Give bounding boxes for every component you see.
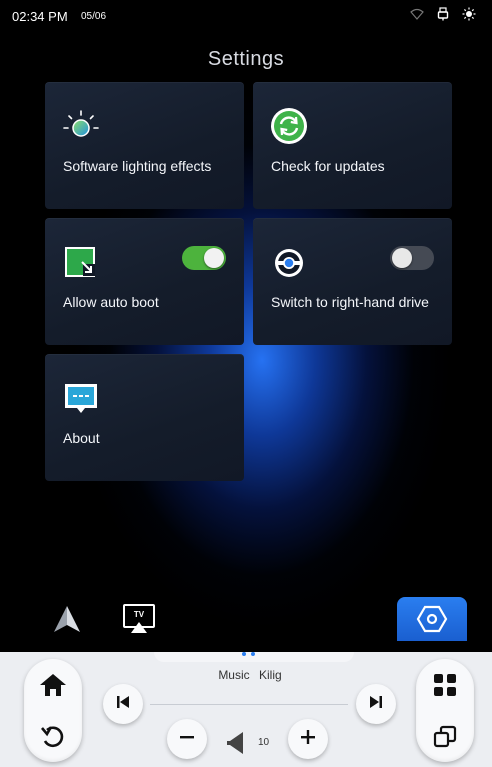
wifi-icon [410,7,424,21]
tile-label: About [63,430,100,446]
speaker-icon [226,731,244,760]
tile-label: Software lighting effects [63,158,212,174]
back-icon[interactable] [24,711,82,762]
android-auto-icon[interactable] [48,600,86,638]
previous-track-button[interactable] [103,684,143,724]
volume-up-button[interactable] [288,719,328,759]
settings-hexagon-icon[interactable] [397,597,467,641]
home-icon[interactable] [24,659,82,710]
skip-previous-icon [116,695,130,714]
tile-label: Check for updates [271,158,385,174]
steering-wheel-icon [269,242,309,282]
volume-level: 10 [258,737,270,748]
page-indicator [242,652,255,656]
track-divider [150,704,348,705]
tile-software-lighting-effects[interactable]: Software lighting effects [45,82,244,209]
volume-down-button[interactable] [167,719,207,759]
toggle-knob [204,248,224,268]
split-window-icon[interactable] [416,711,474,762]
app-grid-icon[interactable] [416,659,474,710]
track-title: Kilig [259,668,282,682]
now-playing: Music Kilig [150,668,350,682]
apps-window-pill [416,659,474,762]
about-message-icon [61,378,101,418]
lighting-effects-icon [61,106,101,146]
home-back-pill [24,659,82,762]
auto-boot-toggle[interactable] [182,246,226,270]
tile-check-for-updates[interactable]: Check for updates [253,82,452,209]
right-hand-drive-toggle[interactable] [390,246,434,270]
tile-label: Switch to right-hand drive [271,294,429,310]
status-time: 02:34 PM [12,9,68,24]
tile-about[interactable]: About [45,354,244,481]
skip-next-icon [369,695,383,714]
music-source: Music [218,668,250,682]
tile-label: Allow auto boot [63,294,159,310]
status-icons [410,7,476,21]
tv-cast-icon[interactable]: TV [120,600,158,638]
status-bar: 02:34 PM 05/06 [0,0,492,30]
status-date: 05/06 [81,11,107,22]
update-icon [269,106,309,146]
toggle-knob [392,248,412,268]
page-title: Settings [207,48,285,70]
dock: TV [48,600,158,638]
svg-text:TV: TV [134,610,145,619]
plus-icon [299,728,317,751]
settings-screen: 02:34 PM 05/06 Settings Software lightin… [0,0,492,652]
auto-boot-icon [61,242,101,282]
tile-allow-auto-boot[interactable]: Allow auto boot [45,218,244,345]
minus-icon [178,728,196,751]
usb-icon [436,7,450,21]
next-track-button[interactable] [356,684,396,724]
tile-switch-right-hand-drive[interactable]: Switch to right-hand drive [253,218,452,345]
brightness-icon [462,7,476,21]
